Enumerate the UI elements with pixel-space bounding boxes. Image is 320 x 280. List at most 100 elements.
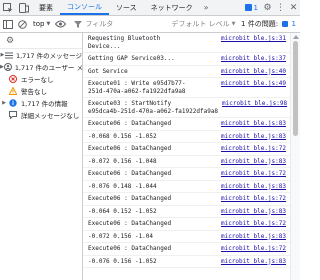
log-message: Execute06 : DataChanged [88, 195, 172, 202]
sidebar-item-label: 警告なし [21, 88, 47, 96]
log-source-link[interactable]: microbit ble.js:31 [217, 35, 286, 43]
sidebar-item-label: 1,717 件の情報 [21, 100, 68, 108]
log-source-link[interactable]: microbit ble.js:98 [218, 100, 287, 108]
log-message: Getting GAP Service03... [88, 55, 175, 62]
tab-network[interactable]: ネットワーク [144, 0, 200, 15]
tab-console[interactable]: コンソール [60, 0, 109, 15]
sidebar-item-label: エラーなし [21, 76, 54, 84]
log-source-link[interactable]: microbit ble.js:37 [217, 55, 286, 63]
issues-badge-count: 1 [253, 3, 258, 12]
live-expression-eye-icon[interactable] [53, 16, 68, 33]
sidebar-item-warnings[interactable]: 警告なし [0, 85, 82, 97]
info-icon [8, 99, 18, 107]
more-tabs-button[interactable]: » [200, 0, 213, 15]
log-source-link[interactable]: microbit ble.js:72 [217, 245, 286, 253]
log-row: Execute06 : DataChanged microbit ble.js:7… [83, 218, 290, 231]
context-selector[interactable]: top ▼ [30, 20, 53, 28]
settings-gear-icon[interactable]: ⚙ [261, 0, 274, 15]
tab-sources[interactable]: ソース [109, 0, 144, 15]
filter-placeholder: フィルタ [85, 20, 114, 28]
log-message: -0.072 0.156 -1.04 [88, 232, 154, 240]
inspect-element-icon[interactable] [0, 0, 16, 16]
log-row: Execute06 : DataChanged microbit ble.js:7… [83, 243, 290, 256]
warning-icon [8, 87, 18, 95]
log-message: -0.076 0.156 -1.052 [88, 257, 157, 265]
sidebar-item-verbose[interactable]: 詳細メッセージなし [0, 109, 82, 121]
log-source-link[interactable]: microbit ble.js:83 [217, 258, 286, 266]
verbose-icon [8, 111, 18, 119]
chevron-down-icon: ▼ [231, 21, 236, 27]
log-levels-label: デフォルト レベル [171, 20, 230, 28]
log-source-link[interactable]: microbit ble.js:83 [217, 158, 286, 166]
log-source-link[interactable]: microbit ble.js:72 [217, 145, 286, 153]
sidebar-item-user-messages[interactable]: ▶ 1,717 件のユーザー メ... [0, 61, 82, 73]
log-message: -0.072 0.156 -1.048 [88, 157, 157, 165]
log-source-link[interactable]: microbit ble.js:83 [217, 183, 286, 191]
log-message: Execute06 : DataChanged [88, 220, 172, 227]
log-row: -0.072 0.156 -1.048 microbit ble.js:83 [83, 156, 290, 168]
issues-label: 1 件の問題: [241, 20, 279, 28]
filter-input[interactable]: フィルタ [71, 19, 163, 30]
close-icon[interactable]: ✕ [287, 0, 300, 15]
log-row: Execute06 : DataChanged microbit ble.js:8… [83, 118, 290, 131]
sidebar-header: ⚙ [0, 33, 82, 49]
issues-count: 1 [291, 20, 296, 28]
issue-icon [244, 4, 252, 11]
log-source-link[interactable]: microbit ble.js:83 [217, 208, 286, 216]
log-row: Execute03 : StartNotify e95dca4b-251d-47… [83, 98, 290, 118]
sidebar-item-label: 詳細メッセージなし [21, 112, 80, 120]
log-row: Execute01 : Write e95d7b77- 251d-470a-a0… [83, 78, 290, 98]
log-source-link[interactable]: microbit ble.js:83 [217, 120, 286, 128]
scroll-up-arrow-icon[interactable] [293, 35, 299, 39]
sidebar-item-info[interactable]: ▶ 1,717 件の情報 [0, 97, 82, 109]
log-row: Got Service microbit ble.js:40 [83, 66, 290, 78]
log-source-link[interactable]: microbit ble.js:83 [217, 233, 286, 241]
log-source-link[interactable]: microbit ble.js:72 [217, 170, 286, 178]
log-message: -0.064 0.152 -1.052 [88, 207, 157, 215]
log-message: Execute06 : DataChanged [88, 145, 172, 152]
console-log: Requesting Bluetooth Device... microbit b… [83, 33, 290, 280]
scrollbar-thumb[interactable] [293, 41, 298, 136]
expand-caret-icon[interactable]: ▶ [0, 100, 8, 106]
console-scrollbar[interactable] [290, 33, 300, 280]
log-row: Execute06 : DataChanged microbit ble.js:7… [83, 143, 290, 156]
issues-counter[interactable]: 1 件の問題: 1 [241, 19, 296, 29]
tab-elements[interactable]: 要素 [32, 0, 60, 15]
log-levels-dropdown[interactable]: デフォルト レベル ▼ [171, 19, 235, 29]
issue-icon [282, 21, 289, 27]
log-source-link[interactable]: microbit ble.js:72 [217, 220, 286, 228]
log-row: -0.068 0.156 -1.052 microbit ble.js:83 [83, 131, 290, 143]
sidebar-item-label: 1,717 件のメッセージ [15, 52, 82, 60]
log-message: Execute01 : Write e95d7b77- 251d-470a-a0… [88, 80, 186, 95]
sidebar-item-errors[interactable]: エラーなし [0, 73, 82, 85]
sidebar-toggle-icon[interactable] [0, 16, 15, 33]
devtools-tab-bar: 要素 コンソール ソース ネットワーク » 1 ⚙ ⋮ ✕ [0, 0, 300, 16]
log-row: -0.076 0.148 -1.044 microbit ble.js:83 [83, 181, 290, 193]
device-toolbar-icon[interactable] [16, 0, 32, 16]
context-label: top [33, 20, 45, 28]
log-message: Got Service [88, 67, 128, 75]
log-row: -0.072 0.156 -1.04 microbit ble.js:83 [83, 231, 290, 243]
issues-badge[interactable]: 1 [242, 0, 261, 15]
log-row: -0.076 0.156 -1.052 microbit ble.js:83 [83, 256, 290, 268]
console-sidebar: ⚙ ▶ 1,717 件のメッセージ ▶ 1,717 件のユーザー メ... エラ… [0, 33, 83, 280]
log-message: Execute06 : DataChanged [88, 170, 172, 177]
tab-spacer [213, 0, 242, 15]
filter-funnel-icon [74, 20, 83, 28]
log-source-link[interactable]: microbit ble.js:49 [217, 80, 286, 88]
error-icon [8, 75, 18, 83]
console-toolbar: top ▼ フィルタ デフォルト レベル ▼ 1 件の問題: 1 [0, 16, 300, 33]
log-row: -0.064 0.152 -1.052 microbit ble.js:83 [83, 206, 290, 218]
clear-console-icon[interactable] [15, 16, 30, 33]
log-row: Execute06 : DataChanged microbit ble.js:7… [83, 168, 290, 181]
log-message: Execute03 : StartNotify e95dca4b-251d-47… [88, 100, 219, 115]
log-source-link[interactable]: microbit ble.js:83 [217, 133, 286, 141]
log-source-link[interactable]: microbit ble.js:72 [217, 195, 286, 203]
log-row: Getting GAP Service03... microbit ble.js:… [83, 53, 290, 66]
more-options-icon[interactable]: ⋮ [274, 0, 287, 15]
log-row: Requesting Bluetooth Device... microbit b… [83, 33, 290, 53]
sidebar-item-label: 1,717 件のユーザー メ... [14, 64, 82, 72]
log-source-link[interactable]: microbit ble.js:40 [217, 68, 286, 76]
settings-gear-icon[interactable]: ⚙ [6, 36, 14, 46]
sidebar-item-messages[interactable]: ▶ 1,717 件のメッセージ [0, 49, 82, 61]
